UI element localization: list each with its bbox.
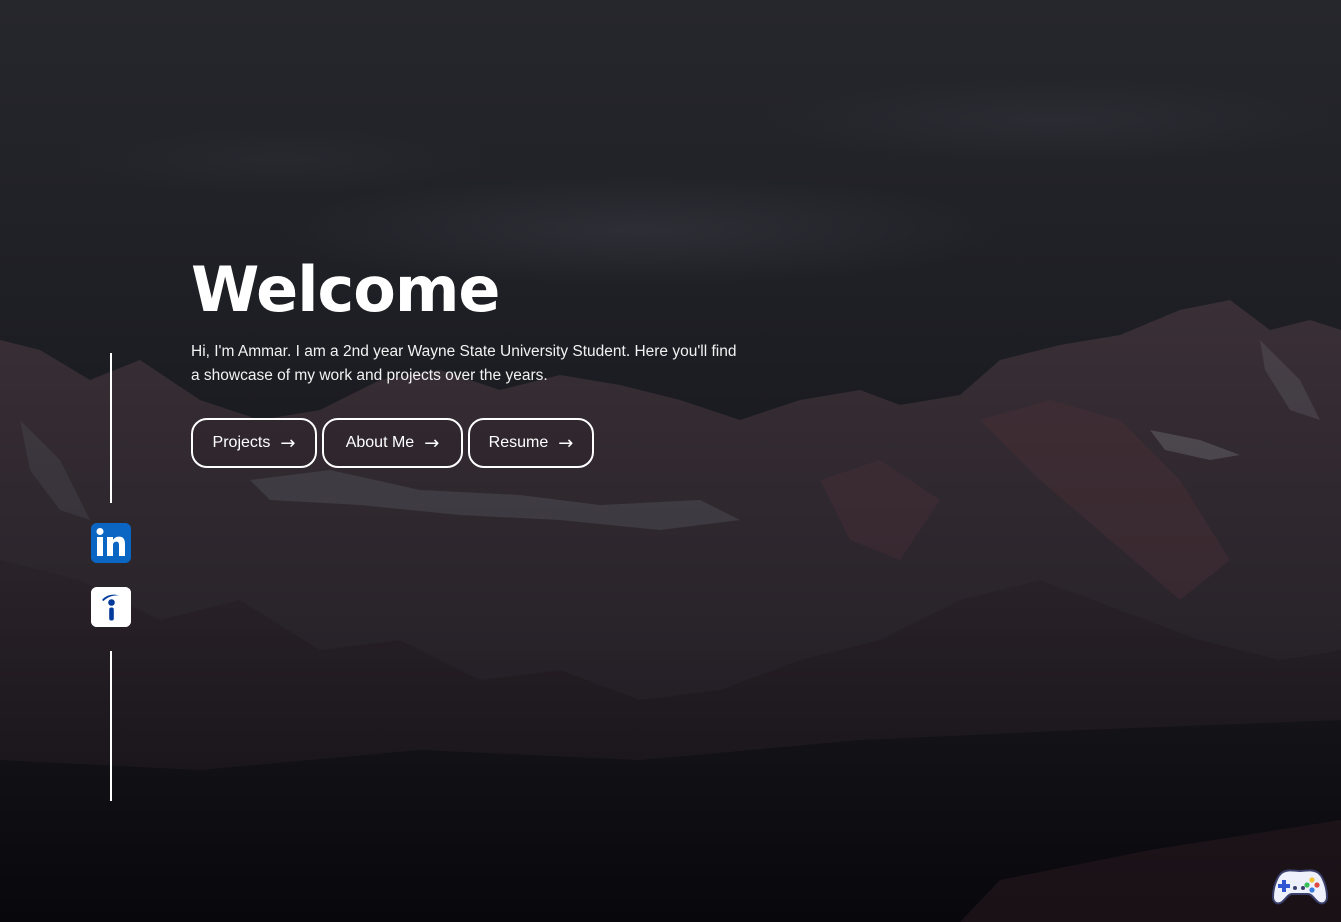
nav-buttons: Projects → About Me → Resume →: [191, 418, 751, 468]
intro-text: Hi, I'm Ammar. I am a 2nd year Wayne Sta…: [191, 343, 737, 384]
hero-content: Welcome Hi, I'm Ammar. I am a 2nd year W…: [191, 252, 751, 468]
game-button[interactable]: [1271, 866, 1329, 906]
about-me-button-label: About Me: [345, 434, 415, 451]
indeed-icon: [91, 587, 131, 627]
gamepad-icon: [1271, 869, 1329, 905]
hero-section: Welcome Hi, I'm Ammar. I am a 2nd year W…: [0, 0, 1341, 922]
linkedin-icon: [91, 523, 131, 563]
about-me-button[interactable]: About Me →: [322, 418, 463, 468]
resume-button-label: Resume: [488, 434, 549, 451]
linkedin-link[interactable]: [91, 523, 131, 563]
arrow-right-icon: →: [280, 432, 296, 454]
page-title: Welcome: [191, 253, 500, 326]
side-divider-bottom: [110, 651, 112, 801]
side-divider-top: [110, 353, 112, 503]
indeed-link[interactable]: [91, 587, 131, 627]
arrow-right-icon: →: [558, 432, 574, 454]
projects-button[interactable]: Projects →: [191, 418, 317, 468]
arrow-right-icon: →: [424, 432, 440, 454]
resume-button[interactable]: Resume →: [468, 418, 594, 468]
projects-button-label: Projects: [212, 434, 271, 451]
